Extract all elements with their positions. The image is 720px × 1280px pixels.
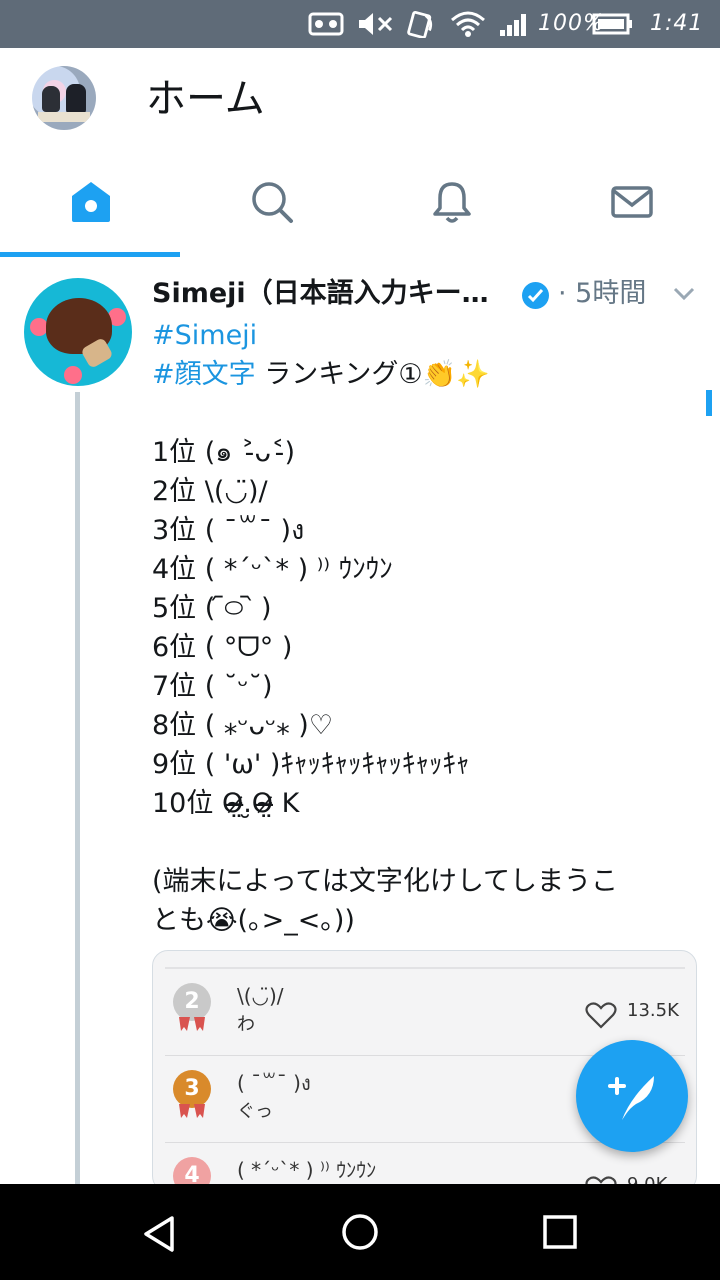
tweet-title: ランキング①👏✨ bbox=[255, 359, 490, 390]
thread-line bbox=[75, 392, 80, 1184]
author-name[interactable]: Simeji（日本語入力キー… bbox=[152, 276, 512, 312]
status-bar: 100% 1:41 bbox=[0, 0, 720, 48]
rank-line: 6位 ( °ᗜ° ) bbox=[152, 632, 293, 663]
kaomoji-reading: ぐっ bbox=[237, 1101, 273, 1122]
chevron-down-icon[interactable] bbox=[672, 286, 696, 302]
avatar-figure bbox=[66, 84, 86, 114]
ribbon-icon bbox=[179, 1104, 205, 1118]
hashtag-link[interactable]: #顔文字 bbox=[152, 359, 256, 390]
tab-notifications[interactable] bbox=[360, 160, 540, 258]
rank-line: 8位 ( ⁎ᵕᴗᵕ⁎ )♡ bbox=[152, 710, 334, 741]
profile-avatar[interactable] bbox=[32, 66, 96, 130]
system-nav-bar bbox=[0, 1184, 720, 1280]
clock: 1:41 bbox=[650, 11, 704, 36]
rank-line: 9位 ( 'ω' )ｷｬｯｷｬｯｷｬｯｷｬｯｷｬ bbox=[152, 749, 470, 780]
vr-icon bbox=[308, 12, 344, 36]
back-icon[interactable] bbox=[140, 1214, 180, 1254]
bell-icon bbox=[433, 182, 471, 223]
avatar-table bbox=[38, 112, 90, 122]
avatar-figure bbox=[42, 86, 60, 112]
bronze-medal-icon: 3 bbox=[173, 1070, 211, 1108]
like-count: 13.5K bbox=[627, 1000, 679, 1021]
kaomoji: ( *ˊᵕˋ* ) ⁾⁾ ｳﾝｳﾝ bbox=[237, 1158, 377, 1182]
home-circle-icon[interactable] bbox=[340, 1212, 380, 1252]
ribbon-icon bbox=[179, 1017, 205, 1031]
rank-line: 7位 ( ˘ᵕ˘) bbox=[152, 671, 273, 702]
rank-line: 1位 (๑ ˃̵ᴗ˂̵) bbox=[152, 437, 296, 468]
kaomoji: ( ¯꒳¯ )ง bbox=[237, 1071, 311, 1095]
avatar-flower bbox=[64, 366, 82, 384]
tab-home[interactable] bbox=[0, 160, 180, 258]
tab-bar bbox=[0, 160, 720, 259]
ranking-row: 2 \(◡̈)/ わ 13.5K bbox=[165, 969, 685, 1056]
battery-icon bbox=[592, 13, 632, 35]
recents-icon[interactable] bbox=[542, 1214, 578, 1250]
rank-line: 3位 ( ¯꒳¯ )ง bbox=[152, 515, 305, 546]
mail-icon bbox=[611, 186, 653, 218]
tab-search[interactable] bbox=[180, 160, 360, 258]
page-title: ホーム bbox=[146, 76, 265, 122]
signal-icon bbox=[500, 14, 526, 36]
tweet-note: とも😭(｡>_<｡)) bbox=[152, 905, 355, 936]
rank-line: 5位 ( ᷇࿀ ᷆ ) bbox=[152, 593, 272, 624]
rank-line: 4位 ( *ˊᵕˋ* ) ⁾⁾ ｳﾝｳﾝ bbox=[152, 554, 393, 585]
wifi-icon bbox=[451, 11, 485, 37]
top-app-bar: ホーム bbox=[0, 48, 720, 160]
tweet-time: · 5時間 bbox=[558, 278, 647, 309]
tab-messages[interactable] bbox=[540, 160, 720, 258]
rank-line: 10位 O̴̶̷̤.̮O̴̶̷̤ K bbox=[152, 788, 300, 819]
tweet-note: (端末によっては文字化けしてしまうこ bbox=[152, 866, 619, 897]
compose-tweet-button[interactable] bbox=[576, 1040, 688, 1152]
mute-icon bbox=[359, 13, 393, 35]
kaomoji: \(◡̈)/ bbox=[237, 984, 284, 1008]
compose-tweet-icon bbox=[608, 1076, 654, 1120]
home-icon bbox=[72, 182, 110, 222]
heart-icon[interactable] bbox=[585, 1001, 617, 1029]
search-icon bbox=[252, 182, 293, 223]
nfc-icon bbox=[407, 10, 433, 38]
scrollbar[interactable] bbox=[706, 390, 712, 416]
kaomoji-reading: わ bbox=[237, 1014, 255, 1035]
silver-medal-icon: 2 bbox=[173, 983, 211, 1021]
verified-badge-icon bbox=[522, 282, 549, 309]
active-tab-indicator bbox=[0, 252, 180, 257]
author-avatar[interactable] bbox=[24, 278, 132, 386]
tweet-text: #Simeji #顔文字 ランキング①👏✨ 1位 (๑ ˃̵ᴗ˂̵) 2位 \(… bbox=[152, 316, 682, 940]
hashtag-link[interactable]: #Simeji bbox=[152, 320, 257, 351]
rank-line: 2位 \(◡̈)/ bbox=[152, 476, 268, 507]
